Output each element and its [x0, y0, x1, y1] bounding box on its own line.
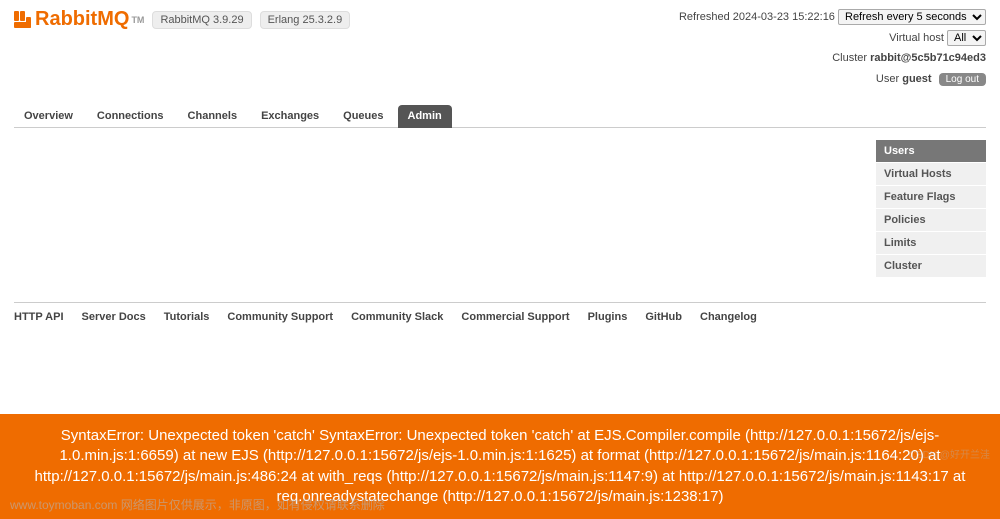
- refreshed-label: Refreshed: [679, 11, 730, 23]
- logout-button[interactable]: Log out: [939, 73, 986, 86]
- tab-exchanges[interactable]: Exchanges: [251, 105, 329, 128]
- tab-queues[interactable]: Queues: [333, 105, 393, 128]
- rhs-policies[interactable]: Policies: [876, 209, 986, 232]
- watermark-right: CSDN @好开兰洼: [909, 446, 990, 461]
- main-tabs: Overview Connections Channels Exchanges …: [14, 105, 986, 128]
- tab-connections[interactable]: Connections: [87, 105, 174, 128]
- user-name: guest: [902, 73, 931, 85]
- footer-community-support[interactable]: Community Support: [227, 311, 333, 323]
- rabbitmq-icon: [14, 11, 31, 28]
- user-label: User: [876, 73, 899, 85]
- vhost-label: Virtual host: [889, 32, 944, 44]
- rhs-cluster[interactable]: Cluster: [876, 255, 986, 278]
- watermark-left: www.toymoban.com 网络图片仅供展示，非原图，如有侵权请联系删除: [10, 496, 385, 513]
- footer-plugins[interactable]: Plugins: [588, 311, 628, 323]
- footer-server-docs[interactable]: Server Docs: [82, 311, 146, 323]
- tab-admin[interactable]: Admin: [398, 105, 452, 128]
- brand-logo[interactable]: RabbitMQ TM: [14, 8, 144, 31]
- tab-channels[interactable]: Channels: [178, 105, 248, 128]
- footer-tutorials[interactable]: Tutorials: [164, 311, 210, 323]
- content-area: [14, 140, 876, 278]
- cluster-id: rabbit@5c5b71c94ed3: [870, 52, 986, 64]
- footer-changelog[interactable]: Changelog: [700, 311, 757, 323]
- brand-tm: TM: [131, 15, 144, 25]
- tab-overview[interactable]: Overview: [14, 105, 83, 128]
- rhs-feature-flags[interactable]: Feature Flags: [876, 186, 986, 209]
- footer-links: HTTP API Server Docs Tutorials Community…: [14, 302, 986, 323]
- brand-name: RabbitMQ: [35, 8, 129, 31]
- refreshed-time: 2024-03-23 15:22:16: [733, 11, 835, 23]
- rhs-limits[interactable]: Limits: [876, 232, 986, 255]
- vhost-select[interactable]: All: [947, 30, 986, 46]
- footer-github[interactable]: GitHub: [645, 311, 682, 323]
- cluster-label: Cluster: [832, 52, 867, 64]
- rhs-users[interactable]: Users: [876, 140, 986, 163]
- refresh-interval-select[interactable]: Refresh every 5 seconds: [838, 9, 986, 25]
- footer-commercial-support[interactable]: Commercial Support: [461, 311, 569, 323]
- version-erlang: Erlang 25.3.2.9: [260, 11, 351, 29]
- rhs-menu: Users Virtual Hosts Feature Flags Polici…: [876, 140, 986, 278]
- footer-community-slack[interactable]: Community Slack: [351, 311, 443, 323]
- version-rabbitmq: RabbitMQ 3.9.29: [152, 11, 251, 29]
- footer-http-api[interactable]: HTTP API: [14, 311, 64, 323]
- rhs-virtual-hosts[interactable]: Virtual Hosts: [876, 163, 986, 186]
